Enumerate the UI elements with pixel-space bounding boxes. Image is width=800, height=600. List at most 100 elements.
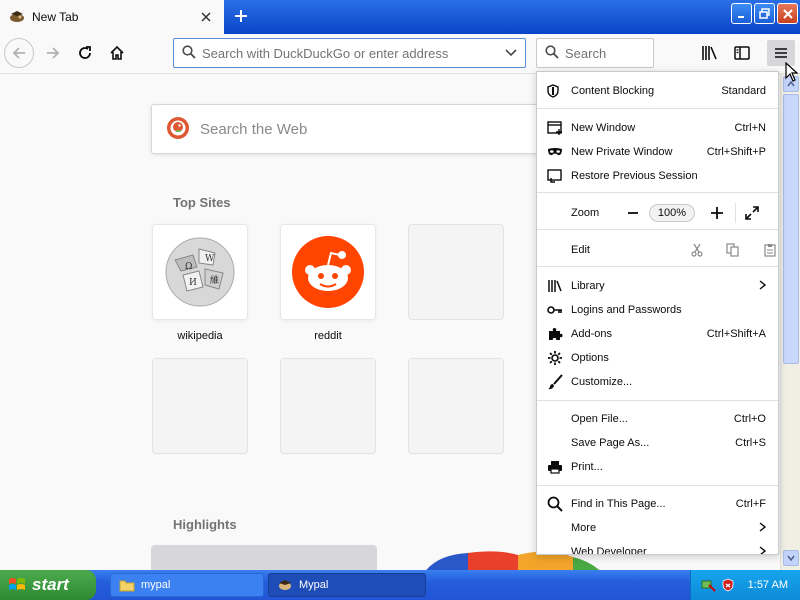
menu-shortcut: Ctrl+Shift+A bbox=[706, 328, 766, 340]
menu-separator bbox=[537, 192, 778, 193]
zoom-in-button[interactable] bbox=[705, 201, 729, 225]
menu-content-blocking[interactable]: Content Blocking Standard bbox=[537, 79, 778, 103]
url-input[interactable] bbox=[202, 45, 505, 61]
chevron-down-icon[interactable] bbox=[505, 46, 517, 60]
menu-shortcut: Ctrl+F bbox=[735, 498, 766, 510]
forward-button[interactable] bbox=[38, 38, 68, 68]
search-bar[interactable] bbox=[536, 38, 741, 68]
paste-icon[interactable] bbox=[762, 238, 778, 262]
close-tab-icon[interactable] bbox=[194, 5, 218, 29]
top-site-wikipedia[interactable]: Ω W И 維 bbox=[152, 224, 248, 320]
top-sites-title: Top Sites bbox=[173, 195, 231, 210]
sidebar-icon[interactable] bbox=[728, 40, 756, 66]
content-blocking-status: Standard bbox=[721, 85, 766, 97]
top-site-reddit[interactable] bbox=[280, 224, 376, 320]
top-site-empty bbox=[408, 224, 504, 320]
menu-separator bbox=[537, 485, 778, 486]
printer-icon bbox=[547, 459, 567, 475]
restore-button[interactable] bbox=[754, 3, 775, 24]
scrollbar-thumb[interactable] bbox=[783, 94, 799, 364]
cut-icon[interactable] bbox=[689, 238, 705, 262]
search-icon bbox=[547, 496, 567, 512]
network-icon[interactable] bbox=[701, 578, 717, 592]
menu-separator bbox=[537, 229, 778, 230]
windows-flag-icon bbox=[8, 577, 26, 593]
chevron-right-icon bbox=[759, 545, 767, 554]
new-tab-button[interactable] bbox=[228, 3, 254, 29]
menu-web-developer[interactable]: Web Developer bbox=[537, 540, 778, 554]
security-shield-icon[interactable] bbox=[721, 578, 735, 592]
back-button[interactable] bbox=[4, 38, 34, 68]
menu-item-label: Find in This Page... bbox=[571, 498, 666, 510]
menu-item-label: New Window bbox=[571, 122, 636, 134]
minimize-button[interactable] bbox=[731, 3, 752, 24]
restore-session-icon bbox=[547, 168, 567, 184]
fullscreen-icon[interactable] bbox=[740, 201, 764, 225]
svg-text:W: W bbox=[205, 254, 215, 264]
menu-more[interactable]: More bbox=[537, 516, 778, 540]
reload-button[interactable] bbox=[70, 38, 100, 68]
close-window-button[interactable] bbox=[777, 3, 798, 24]
menu-restore-session[interactable]: Restore Previous Session bbox=[537, 164, 778, 188]
search-icon bbox=[545, 44, 559, 62]
menu-separator bbox=[537, 108, 778, 109]
menu-item-label: Library bbox=[571, 280, 605, 292]
taskbar-item-browser[interactable]: Mypal bbox=[268, 573, 426, 597]
highlight-card[interactable] bbox=[151, 545, 377, 570]
zoom-out-button[interactable] bbox=[621, 201, 645, 225]
copy-icon[interactable] bbox=[725, 238, 741, 262]
taskbar: start mypal Mypal 1:57 AM bbox=[0, 570, 800, 600]
home-button[interactable] bbox=[102, 38, 132, 68]
menu-separator bbox=[537, 266, 778, 267]
menu-options[interactable]: Options bbox=[537, 346, 778, 370]
menu-logins[interactable]: Logins and Passwords bbox=[537, 298, 778, 322]
start-button[interactable]: start bbox=[0, 570, 96, 600]
url-bar[interactable] bbox=[173, 38, 526, 68]
edit-label: Edit bbox=[571, 244, 590, 256]
menu-item-label: Open File... bbox=[571, 413, 628, 425]
mypal-favicon-icon bbox=[8, 10, 26, 24]
menu-addons[interactable]: Add-ons Ctrl+Shift+A bbox=[537, 322, 778, 346]
menu-customize[interactable]: Customize... bbox=[537, 370, 778, 394]
menu-print[interactable]: Print... bbox=[537, 455, 778, 479]
menu-find[interactable]: Find in This Page... Ctrl+F bbox=[537, 492, 778, 516]
page-scrollbar[interactable] bbox=[780, 74, 800, 570]
key-icon bbox=[547, 302, 567, 318]
menu-item-label: Restore Previous Session bbox=[571, 170, 698, 182]
menu-item-label: Options bbox=[571, 352, 609, 364]
shield-icon bbox=[547, 83, 567, 99]
menu-item-label: Save Page As... bbox=[571, 437, 650, 449]
menu-new-private-window[interactable]: New Private Window Ctrl+Shift+P bbox=[537, 140, 778, 164]
menu-new-window[interactable]: New Window Ctrl+N bbox=[537, 116, 778, 140]
zoom-controls: Zoom 100% bbox=[537, 199, 778, 227]
top-site-label: wikipedia bbox=[177, 330, 223, 342]
tab-new-tab[interactable]: New Tab bbox=[0, 0, 224, 34]
taskbar-item-folder[interactable]: mypal bbox=[110, 573, 264, 597]
menu-library[interactable]: Library bbox=[537, 274, 778, 298]
title-bar: New Tab bbox=[0, 0, 800, 34]
menu-item-label: Add-ons bbox=[571, 328, 612, 340]
library-icon bbox=[547, 278, 567, 294]
menu-item-label: New Private Window bbox=[571, 146, 673, 158]
nav-toolbar bbox=[0, 34, 800, 74]
gear-icon bbox=[547, 350, 567, 366]
library-icon[interactable] bbox=[696, 40, 724, 66]
scroll-down-button[interactable] bbox=[783, 550, 799, 566]
search-icon bbox=[182, 44, 196, 62]
tab-title: New Tab bbox=[32, 10, 79, 24]
chevron-right-icon bbox=[759, 521, 767, 535]
menu-shortcut: Ctrl+Shift+P bbox=[706, 146, 766, 158]
svg-text:維: 維 bbox=[210, 274, 219, 286]
mypal-icon bbox=[277, 578, 293, 592]
edit-controls: Edit bbox=[537, 236, 778, 264]
clock: 1:57 AM bbox=[747, 579, 788, 591]
menu-open-file[interactable]: Open File... Ctrl+O bbox=[537, 407, 778, 431]
menu-save-page[interactable]: Save Page As... Ctrl+S bbox=[537, 431, 778, 455]
top-site-empty bbox=[280, 358, 376, 454]
menu-item-label: Print... bbox=[571, 461, 603, 473]
menu-item-label: Logins and Passwords bbox=[571, 304, 682, 316]
menu-shortcut: Ctrl+O bbox=[733, 413, 766, 425]
taskbar-item-label: Mypal bbox=[299, 579, 329, 591]
zoom-reset-button[interactable]: 100% bbox=[649, 204, 695, 222]
window-controls bbox=[731, 3, 798, 24]
